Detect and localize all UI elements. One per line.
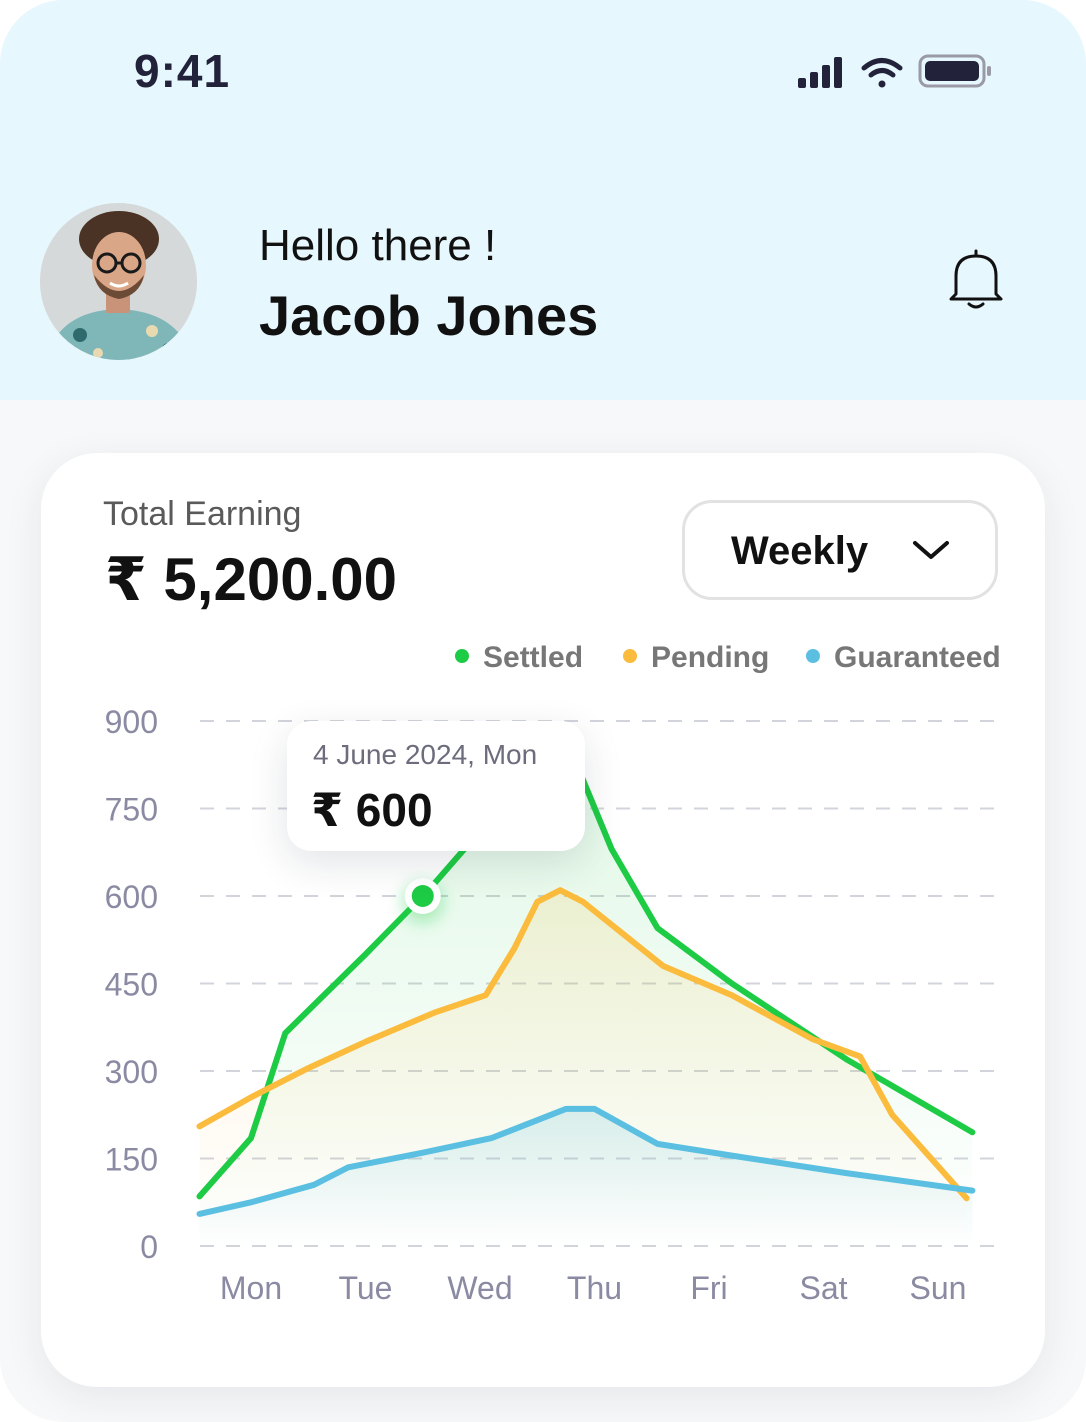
x-tick-label-sun: Sun bbox=[910, 1270, 967, 1306]
x-tick-label-tue: Tue bbox=[339, 1270, 393, 1306]
x-tick-label-wed: Wed bbox=[447, 1270, 512, 1306]
phone-screen: 9:41 Hello there ! Jacob Jones Total Ear… bbox=[0, 0, 1086, 1422]
tooltip-date: 4 June 2024, Mon bbox=[313, 739, 538, 770]
y-tick-label-300: 300 bbox=[105, 1054, 158, 1090]
avatar-image bbox=[40, 203, 197, 360]
y-tick-label-150: 150 bbox=[105, 1142, 158, 1178]
header: 9:41 Hello there ! Jacob Jones bbox=[0, 0, 1086, 400]
y-tick-label-750: 750 bbox=[105, 792, 158, 828]
avatar[interactable] bbox=[40, 203, 197, 360]
battery-icon bbox=[918, 54, 991, 88]
chart-tooltip: 4 June 2024, Mon ₹ 600 bbox=[287, 721, 585, 851]
cellular-signal-icon bbox=[798, 57, 842, 88]
user-name: Jacob Jones bbox=[259, 284, 599, 347]
x-tick-label-sat: Sat bbox=[799, 1270, 847, 1306]
highlight-point bbox=[411, 885, 434, 907]
x-tick-label-thu: Thu bbox=[567, 1270, 622, 1306]
x-tick-label-fri: Fri bbox=[690, 1270, 727, 1306]
wifi-icon bbox=[861, 58, 903, 88]
y-tick-label-900: 900 bbox=[105, 704, 158, 740]
y-tick-label-0: 0 bbox=[140, 1229, 158, 1265]
notification-bell-icon[interactable] bbox=[946, 248, 1006, 312]
x-tick-label-mon: Mon bbox=[220, 1270, 282, 1306]
y-tick-label-450: 450 bbox=[105, 967, 158, 1003]
status-icons bbox=[798, 54, 991, 88]
y-tick-label-600: 600 bbox=[105, 879, 158, 915]
status-time: 9:41 bbox=[134, 45, 231, 97]
greeting-text: Hello there ! bbox=[259, 221, 497, 270]
earnings-line-chart: 0 150 300 450 600 750 900 Mon Tue Wed Thu Fri Sat Sun bbox=[105, 704, 996, 1306]
earnings-card: Total Earning ₹ 5,200.00 Weekly Settled … bbox=[41, 453, 1045, 1387]
tooltip-value: ₹ 600 bbox=[311, 784, 433, 836]
